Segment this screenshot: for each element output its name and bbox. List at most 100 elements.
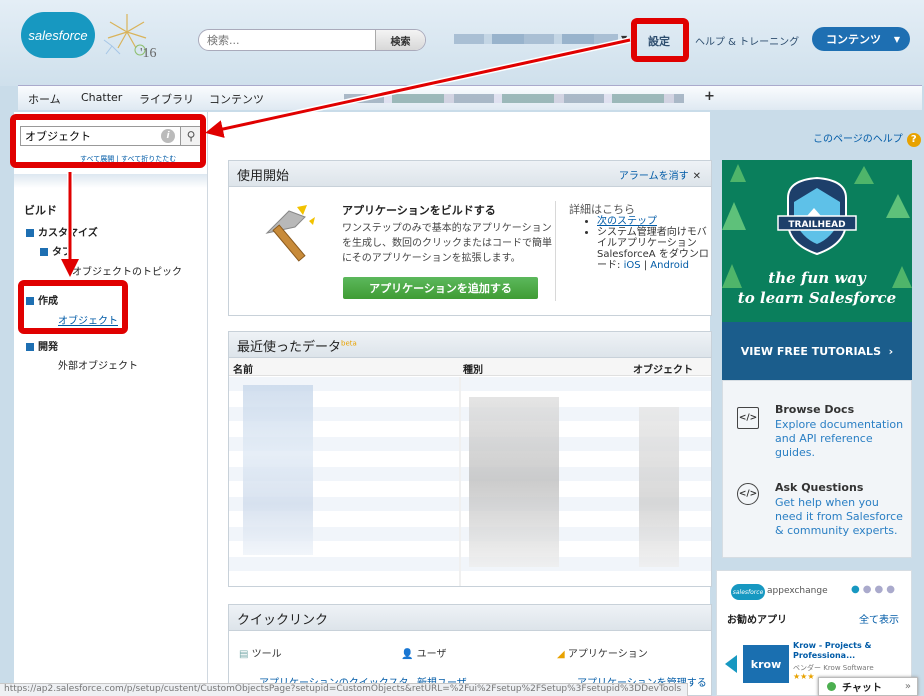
trailhead-badge-text: TRAILHEAD xyxy=(788,220,845,230)
resources-box: </> Browse Docs Explore documentation an… xyxy=(722,380,912,558)
help-training-link[interactable]: ヘルプ & トレーニング xyxy=(695,33,799,48)
view-free-tutorials-button[interactable]: VIEW FREE TUTORIALS › xyxy=(722,322,912,380)
ios-link[interactable]: iOS xyxy=(624,260,641,271)
learn-more-title: 詳細はこちら xyxy=(569,203,635,216)
external-objects-link[interactable]: 外部オブジェクト xyxy=(58,357,138,372)
quick-links-title: クイックリンク xyxy=(237,613,329,628)
logo-text: salesforce xyxy=(28,27,88,43)
add-app-button[interactable]: アプリケーションを追加する xyxy=(343,277,538,299)
browse-docs-desc[interactable]: Explore documentation and API reference … xyxy=(775,418,907,460)
annotation-box-objects xyxy=(18,280,128,334)
tab-bar: ホーム Chatter ライブラリ コンテンツ + xyxy=(18,85,922,110)
search-button[interactable]: 検索 xyxy=(375,30,425,50)
tagline-line-2: to learn Salesforce xyxy=(737,289,897,307)
develop-node[interactable]: 開発 xyxy=(26,338,58,353)
close-icon: ✕ xyxy=(692,171,701,182)
dismiss-label: アラームを消す xyxy=(618,171,689,182)
content-app-button[interactable]: コンテンツ ▼ xyxy=(812,27,910,51)
tab-home[interactable]: ホーム xyxy=(28,91,61,107)
list-item: 次のステップ xyxy=(597,216,713,227)
tab-content[interactable]: コンテンツ xyxy=(209,91,264,107)
recent-items-title: 最近使ったデータ xyxy=(237,340,342,355)
android-link[interactable]: Android xyxy=(650,260,689,271)
recent-items-header: 最近使ったデータbeta xyxy=(229,332,711,358)
chat-label: チャット xyxy=(842,683,882,694)
recent-items-rows-blurred[interactable] xyxy=(229,377,711,586)
customize-node[interactable]: カスタマイズ xyxy=(26,224,98,239)
appexchange-label: appexchange xyxy=(767,586,828,596)
year-label: '16 xyxy=(140,46,157,61)
column-name: 名前 xyxy=(233,365,253,376)
collapse-icon xyxy=(40,248,48,256)
help-icon: ? xyxy=(906,133,921,147)
getting-started-header: 使用開始 アラームを消す ✕ xyxy=(229,161,711,187)
recent-table-header: 名前 種別 オブジェクト xyxy=(229,358,711,376)
global-search-input[interactable] xyxy=(207,30,377,50)
page-help-link[interactable]: このページのヘルプ? xyxy=(813,130,921,147)
carousel-dots[interactable]: ●●●● xyxy=(851,584,898,595)
blurred-content xyxy=(243,385,313,555)
dismiss-link[interactable]: アラームを消す ✕ xyxy=(619,167,701,182)
apps-category: ◢ アプリケーション xyxy=(557,645,648,660)
hammer-icon xyxy=(265,205,315,262)
content-app-label: コンテンツ xyxy=(826,33,881,46)
chevron-right-icon: › xyxy=(888,344,894,358)
tagline-line-1: the fun way xyxy=(768,269,866,287)
tab-chatter[interactable]: Chatter xyxy=(81,91,122,104)
krow-app-logo[interactable]: krow xyxy=(743,645,789,683)
browse-docs-title[interactable]: Browse Docs xyxy=(775,403,854,416)
user-menu[interactable] xyxy=(454,34,618,44)
tools-category: ▤ ツール xyxy=(239,645,282,660)
show-all-link[interactable]: 全て表示 xyxy=(859,611,899,626)
getting-started-title: 使用開始 xyxy=(237,169,290,184)
tab-label: タブ xyxy=(52,247,72,258)
annotation-box-quickfind xyxy=(10,114,206,168)
online-status-icon xyxy=(827,682,836,691)
learn-more-list: 次のステップ システム管理者向けモバイルアプリケーション SalesforceA… xyxy=(583,216,713,271)
apps-label: アプリケーション xyxy=(567,649,648,660)
build-app-title: アプリケーションをビルドする xyxy=(342,204,496,217)
tab-node[interactable]: タブ xyxy=(40,243,72,258)
chevron-down-icon[interactable]: ▼ xyxy=(621,34,627,43)
plus-icon[interactable]: + xyxy=(704,89,715,104)
setup-sidebar: i ⚲ すべて展開 | すべて折りたたむ ビルド カスタマイズ タブ オブジェク… xyxy=(14,112,208,696)
develop-label: 開発 xyxy=(38,342,58,353)
recent-items-panel: 最近使ったデータbeta 名前 種別 オブジェクト xyxy=(228,331,712,587)
collapse-icon xyxy=(26,229,34,237)
expand-icon[interactable]: » xyxy=(905,681,911,692)
collapse-icon xyxy=(26,343,34,351)
beta-badge: beta xyxy=(341,339,357,348)
tutorials-label: VIEW FREE TUTORIALS xyxy=(740,344,881,358)
page-help-label: このページのヘルプ xyxy=(813,134,903,145)
tools-label: ツール xyxy=(251,649,282,660)
recommended-apps-title: お勧めアプリ xyxy=(727,615,787,626)
salesforce-logo[interactable]: salesforce xyxy=(21,12,95,58)
column-object: オブジェクト xyxy=(633,365,693,376)
salesforce-mini-logo: salesforce xyxy=(731,584,765,600)
next-steps-link[interactable]: 次のステップ xyxy=(597,216,657,227)
tab-libraries[interactable]: ライブラリ xyxy=(139,91,194,107)
browser-status-url: https://ap2.salesforce.com/p/setup/custe… xyxy=(0,683,688,696)
chat-button[interactable]: チャット » xyxy=(818,677,918,696)
trailhead-tagline: the fun way to learn Salesforce xyxy=(722,268,912,308)
getting-started-panel: 使用開始 アラームを消す ✕ アプリケーションをビルドする ワンステップのみで基本… xyxy=(228,160,712,316)
sidebar-divider xyxy=(14,174,207,188)
list-item: システム管理者向けモバイルアプリケーション SalesforceA をダウンロー… xyxy=(597,227,713,271)
user-icon: 👤 xyxy=(401,649,414,660)
global-search: 検索 xyxy=(198,29,426,51)
object-topics-link[interactable]: オブジェクトのトピック xyxy=(72,263,182,278)
code-doc-icon: </> xyxy=(737,407,759,429)
ask-questions-title[interactable]: Ask Questions xyxy=(775,481,863,494)
quick-links-header: クイックリンク xyxy=(229,605,711,631)
users-label: ユーザ xyxy=(416,649,447,660)
divider xyxy=(555,201,556,301)
ask-questions-desc[interactable]: Get help when you need it from Salesforc… xyxy=(775,496,907,538)
code-chat-icon: </> xyxy=(737,483,759,505)
tab-blurred-items[interactable] xyxy=(344,94,684,103)
tools-icon: ▤ xyxy=(239,649,249,660)
apps-icon: ◢ xyxy=(557,649,565,660)
krow-app-title[interactable]: Krow - Projects & Professiona... xyxy=(793,641,893,661)
customize-label: カスタマイズ xyxy=(38,228,98,239)
chevron-down-icon: ▼ xyxy=(893,34,900,44)
carousel-prev-icon[interactable] xyxy=(725,655,737,673)
